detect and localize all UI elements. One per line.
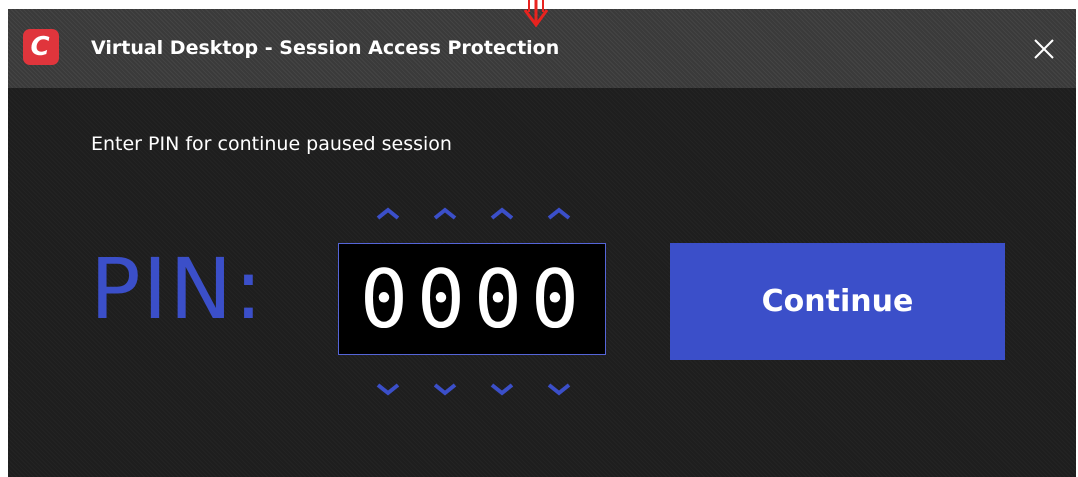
chevron-down-icon — [547, 383, 571, 396]
close-icon — [1034, 39, 1054, 59]
digit-2-decrement-button[interactable] — [427, 378, 463, 400]
pin-digit-3[interactable]: 0 — [471, 256, 525, 344]
digit-4-increment-button[interactable] — [541, 203, 577, 225]
digit-1-decrement-button[interactable] — [370, 378, 406, 400]
chevron-up-icon — [376, 207, 400, 220]
chevron-down-icon — [433, 383, 457, 396]
digit-1-increment-button[interactable] — [370, 203, 406, 225]
chevron-up-icon — [490, 207, 514, 220]
pin-digit-2[interactable]: 0 — [414, 256, 468, 344]
pin-input[interactable]: 0 0 0 0 — [338, 243, 606, 355]
chevron-up-icon — [433, 207, 457, 220]
digit-3-decrement-button[interactable] — [484, 378, 520, 400]
digit-3-increment-button[interactable] — [484, 203, 520, 225]
continue-button[interactable]: Continue — [670, 243, 1005, 360]
chevron-up-icon — [547, 207, 571, 220]
pin-digit-4[interactable]: 0 — [528, 256, 582, 344]
app-logo-letter: C — [30, 32, 50, 62]
pin-digit-1[interactable]: 0 — [357, 256, 411, 344]
digit-4-decrement-button[interactable] — [541, 378, 577, 400]
arrow-down-icon — [523, 0, 549, 28]
chevron-down-icon — [376, 383, 400, 396]
chevron-down-icon — [490, 383, 514, 396]
digit-2-increment-button[interactable] — [427, 203, 463, 225]
window-title: Virtual Desktop - Session Access Protect… — [91, 37, 560, 59]
pin-prompt: Enter PIN for continue paused session — [91, 133, 452, 155]
close-button[interactable] — [1028, 33, 1060, 65]
pin-label: PIN: — [90, 240, 265, 338]
app-logo: C — [23, 29, 59, 65]
session-protection-dialog: C Virtual Desktop - Session Access Prote… — [8, 9, 1076, 477]
